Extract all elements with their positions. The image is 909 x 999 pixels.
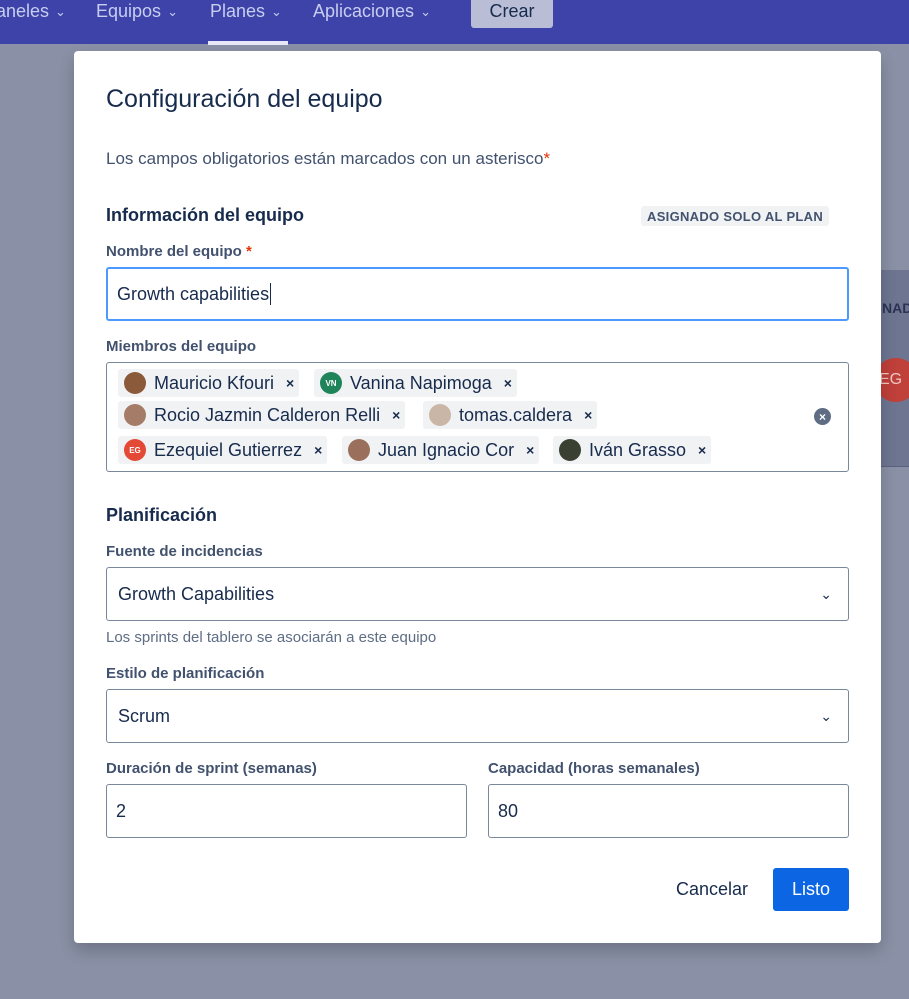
avatar <box>348 439 370 461</box>
planning-style-select[interactable]: Scrum ⌄ <box>106 689 849 743</box>
capacity-label: Capacidad (horas semanales) <box>488 760 700 777</box>
member-name: Vanina Napimoga <box>350 372 492 393</box>
issue-source-helper: Los sprints del tablero se asociarán a e… <box>106 629 437 646</box>
member-tag: EG Ezequiel Gutierrez × <box>118 436 328 464</box>
text-caret <box>270 283 272 305</box>
plan-only-badge: ASIGNADO SOLO AL PLAN <box>641 206 830 226</box>
nav-item-label: Equipos <box>96 0 162 21</box>
chevron-down-icon: ⌄ <box>271 4 282 19</box>
team-members-label: Miembros del equipo <box>106 338 257 355</box>
remove-member-icon[interactable]: × <box>584 407 592 423</box>
chevron-down-icon: ⌄ <box>820 707 832 724</box>
create-button[interactable]: Crear <box>471 0 553 28</box>
issue-source-value: Growth Capabilities <box>118 583 275 604</box>
member-name: Mauricio Kfouri <box>154 372 275 393</box>
team-name-value: Growth capabilities <box>117 283 270 304</box>
member-name: Rocio Jazmin Calderon Relli <box>154 404 381 425</box>
sprint-duration-value: 2 <box>116 800 127 821</box>
nav-item-dashboards[interactable]: aneles ⌄ <box>0 0 66 25</box>
planning-style-value: Scrum <box>118 705 171 726</box>
team-name-label: Nombre del equipo * <box>106 243 252 260</box>
avatar: EG <box>124 439 146 461</box>
member-tag: VN Vanina Napimoga × <box>314 369 517 397</box>
avatar <box>559 439 581 461</box>
required-fields-note: Los campos obligatorios están marcados c… <box>106 149 550 169</box>
team-settings-dialog: Configuración del equipo Los campos obli… <box>74 51 881 943</box>
member-name: Iván Grasso <box>589 439 687 460</box>
chevron-down-icon: ⌄ <box>420 4 431 19</box>
member-name: Ezequiel Gutierrez <box>154 439 303 460</box>
dialog-title: Configuración del equipo <box>106 85 383 113</box>
nav-item-label: aneles <box>0 0 50 21</box>
chevron-down-icon: ⌄ <box>55 4 66 19</box>
active-nav-indicator <box>208 41 288 45</box>
top-navigation: aneles ⌄ Equipos ⌄ Planes ⌄ Aplicaciones… <box>0 0 909 45</box>
done-button[interactable]: Listo <box>773 868 849 911</box>
chevron-down-icon: ⌄ <box>167 4 178 19</box>
team-name-input[interactable]: Growth capabilities <box>106 267 849 321</box>
member-tag: Juan Ignacio Cor × <box>342 436 540 464</box>
member-tag: Iván Grasso × <box>553 436 712 464</box>
member-tag: Mauricio Kfouri × <box>118 369 300 397</box>
remove-member-icon[interactable]: × <box>392 407 400 423</box>
chevron-down-icon: ⌄ <box>820 585 832 602</box>
avatar <box>429 404 451 426</box>
background-divider <box>878 466 909 467</box>
remove-member-icon[interactable]: × <box>526 442 534 458</box>
member-tag: tomas.caldera × <box>423 401 598 429</box>
required-asterisk: * <box>543 149 551 168</box>
team-name-label-text: Nombre del equipo <box>106 243 242 260</box>
required-asterisk: * <box>246 243 252 260</box>
member-name: tomas.caldera <box>459 404 573 425</box>
member-tag: Rocio Jazmin Calderon Relli × <box>118 401 406 429</box>
team-info-heading: Información del equipo <box>106 205 305 225</box>
planning-style-label: Estilo de planificación <box>106 665 265 682</box>
nav-item-plans[interactable]: Planes ⌄ <box>210 0 282 25</box>
avatar <box>124 404 146 426</box>
avatar <box>124 372 146 394</box>
sprint-duration-input[interactable]: 2 <box>106 784 467 838</box>
clear-all-icon[interactable]: × <box>814 408 831 425</box>
nav-item-label: Aplicaciones <box>313 0 415 21</box>
nav-item-apps[interactable]: Aplicaciones ⌄ <box>313 0 431 25</box>
planning-heading: Planificación <box>106 505 218 525</box>
nav-item-teams[interactable]: Equipos ⌄ <box>96 0 178 25</box>
issue-source-select[interactable]: Growth Capabilities ⌄ <box>106 567 849 621</box>
required-note-text: Los campos obligatorios están marcados c… <box>106 149 544 168</box>
nav-item-label: Planes <box>210 0 266 21</box>
remove-member-icon[interactable]: × <box>314 442 322 458</box>
team-members-picker[interactable]: Mauricio Kfouri × VN Vanina Napimoga × R… <box>106 362 849 472</box>
member-name: Juan Ignacio Cor <box>378 439 515 460</box>
remove-member-icon[interactable]: × <box>286 375 294 391</box>
sprint-duration-label: Duración de sprint (semanas) <box>106 760 317 777</box>
remove-member-icon[interactable]: × <box>504 375 512 391</box>
capacity-value: 80 <box>498 800 519 821</box>
remove-member-icon[interactable]: × <box>698 442 706 458</box>
background-column-label: NAD <box>882 300 909 316</box>
cancel-button[interactable]: Cancelar <box>661 868 763 910</box>
capacity-input[interactable]: 80 <box>488 784 849 838</box>
avatar: VN <box>320 372 342 394</box>
issue-source-label: Fuente de incidencias <box>106 543 263 560</box>
